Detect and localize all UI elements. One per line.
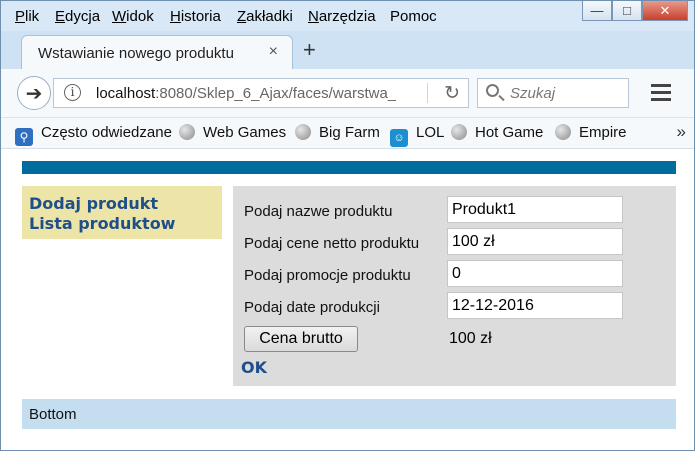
promotion-input[interactable] (447, 260, 623, 287)
bookmarks-bar: ⚲ Często odwiedzane Web Games Big Farm ☺ L… (1, 118, 694, 149)
reload-icon[interactable]: ↻ (444, 82, 460, 105)
header-stripe (22, 161, 676, 174)
tab-active[interactable]: Wstawianie nowego produktu × (21, 35, 293, 69)
production-date-input[interactable] (447, 292, 623, 319)
bookmark-big-farm[interactable]: Big Farm (295, 124, 380, 141)
back-arrow-icon[interactable]: ➔ (17, 76, 51, 110)
bookmark-empire[interactable]: Empire (555, 124, 627, 141)
menu-pomoc[interactable]: Pomoc (390, 8, 437, 25)
menu-edycja[interactable]: Edycja (55, 8, 100, 25)
add-product-link[interactable]: Dodaj produkt (29, 194, 158, 213)
menu-narzedzia[interactable]: Narzędzia (308, 8, 376, 25)
menu-widok[interactable]: Widok (112, 8, 154, 25)
left-nav: Dodaj produkt Lista produktow (22, 186, 222, 239)
minimize-icon[interactable]: — (582, 1, 612, 21)
footer-text: Bottom (29, 406, 77, 423)
tab-close-icon[interactable]: × (269, 43, 278, 61)
promotion-label: Podaj promocje produktu (244, 267, 411, 284)
url-separator (427, 83, 428, 103)
hamburger-menu-icon[interactable] (651, 84, 671, 105)
search-input[interactable]: Szukaj (477, 78, 629, 108)
bookmark-web-games[interactable]: Web Games (179, 124, 286, 141)
menu-zakladki[interactable]: Zakładki (237, 8, 293, 25)
name-input[interactable] (447, 196, 623, 223)
globe-icon (451, 124, 467, 140)
search-icon (486, 84, 499, 97)
page-footer: Bottom (22, 399, 676, 429)
browser-window: Plik Edycja Widok Historia Zakładki Narz… (0, 0, 695, 451)
url-bar[interactable]: i localhost:8080/Sklep_6_Ajax/faces/wars… (53, 78, 469, 108)
info-icon[interactable]: i (64, 84, 81, 101)
name-label: Podaj nazwe produktu (244, 203, 393, 220)
url-text[interactable]: localhost:8080/Sklep_6_Ajax/faces/warstw… (96, 85, 396, 102)
search-placeholder: Szukaj (510, 85, 556, 102)
production-date-label: Podaj date produkcji (244, 299, 380, 316)
close-window-icon[interactable]: ✕ (642, 1, 688, 21)
navigation-bar: ➔ i localhost:8080/Sklep_6_Ajax/faces/wa… (1, 69, 694, 118)
tab-title: Wstawianie nowego produktu (38, 45, 234, 62)
gross-price-value: 100 zł (449, 330, 492, 347)
net-price-input[interactable] (447, 228, 623, 255)
gross-price-button[interactable]: Cena brutto (244, 326, 358, 352)
bookmark-lol[interactable]: ☺ LOL (390, 124, 444, 147)
globe-icon (555, 124, 571, 140)
globe-icon (179, 124, 195, 140)
tab-strip: Wstawianie nowego produktu × + (1, 31, 694, 69)
globe-icon (295, 124, 311, 140)
menu-historia[interactable]: Historia (170, 8, 221, 25)
lol-icon: ☺ (390, 129, 408, 147)
maximize-icon[interactable]: □ (612, 1, 642, 21)
product-form: Podaj nazwe produktu Podaj cene netto pr… (233, 186, 676, 386)
window-controls: — □ ✕ (582, 1, 688, 21)
product-list-link[interactable]: Lista produktow (29, 214, 175, 233)
ok-link[interactable]: OK (241, 358, 267, 377)
menu-bar: Plik Edycja Widok Historia Zakładki Narz… (1, 1, 694, 31)
menu-plik[interactable]: Plik (15, 8, 39, 25)
bookmark-folder-icon: ⚲ (15, 128, 33, 146)
bookmark-czesto-odwiedzane[interactable]: ⚲ Często odwiedzane (15, 124, 172, 146)
net-price-label: Podaj cene netto produktu (244, 235, 420, 252)
new-tab-icon[interactable]: + (303, 37, 316, 63)
bookmarks-overflow-icon[interactable]: » (677, 122, 686, 142)
bookmark-hot-game[interactable]: Hot Game (451, 124, 543, 141)
